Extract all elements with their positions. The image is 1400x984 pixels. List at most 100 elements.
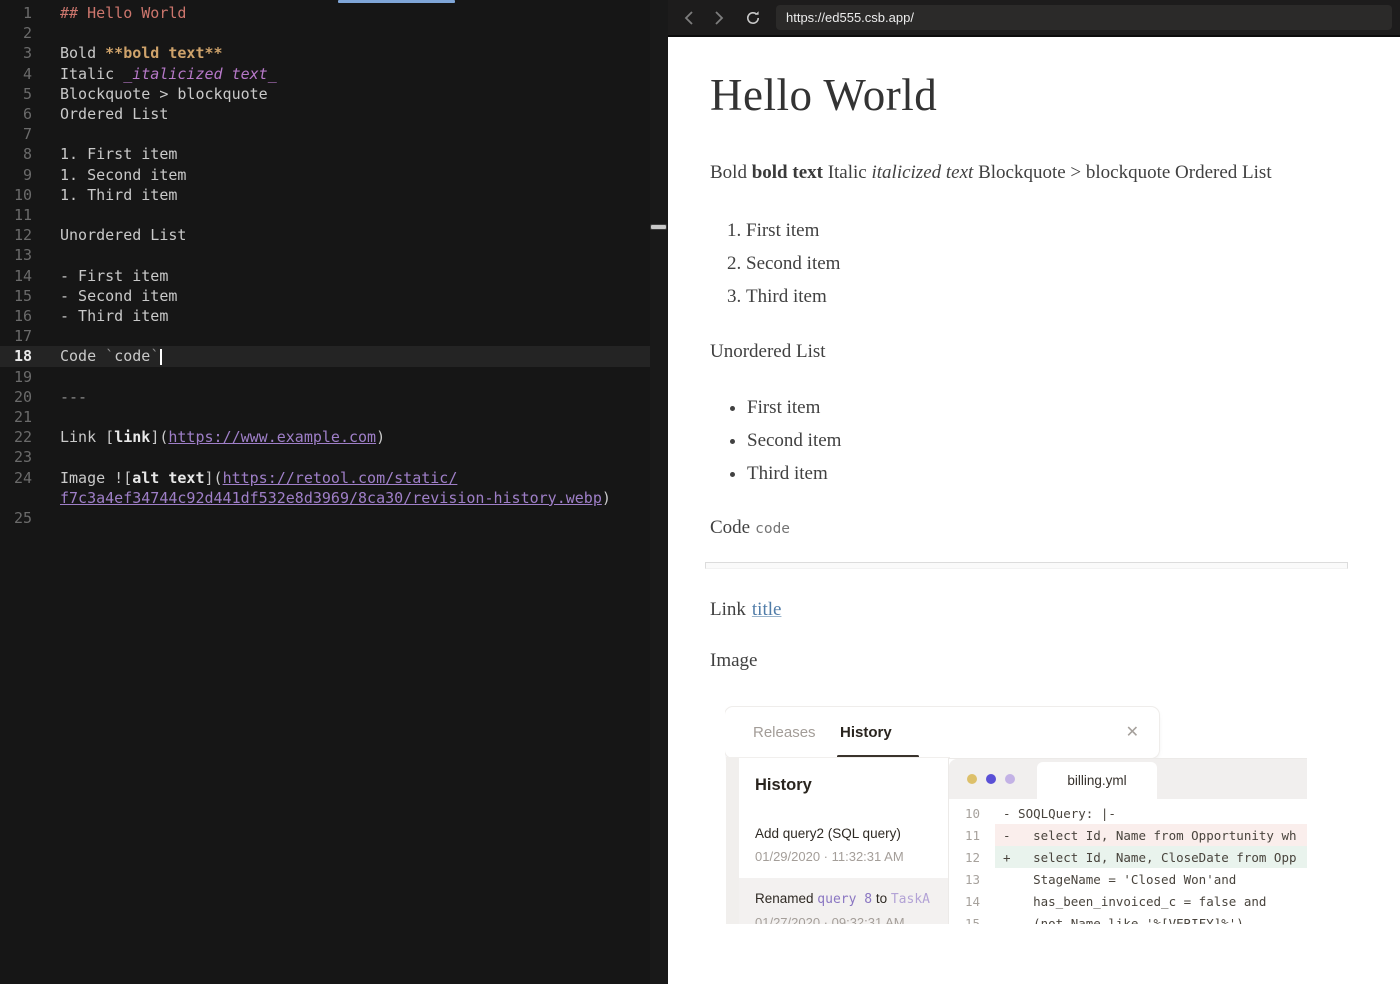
unordered-list: First item Second item Third item <box>710 394 1348 487</box>
code-paragraph: Code code <box>710 514 1348 543</box>
code-line[interactable]: 11 <box>0 205 650 225</box>
diff-line-text: StageName = 'Closed Won'and <box>1003 871 1237 887</box>
code-line[interactable]: 13 <box>0 245 650 265</box>
diff-line-text: has_been_invoiced_c = false and <box>1003 893 1267 909</box>
code-line[interactable]: 20 --- <box>0 387 650 407</box>
back-icon[interactable] <box>676 5 702 31</box>
list-item: Second item <box>747 427 1348 454</box>
image-tabs-card: Releases History ✕ <box>725 707 1159 758</box>
line-number: 1 <box>22 4 32 22</box>
line-number: 3 <box>22 44 32 63</box>
diff-line: 11 - select Id, Name from Opportunity wh <box>949 824 1307 846</box>
list-item: Third item <box>747 460 1348 487</box>
diff-line: 10 - SOQLQuery: |- <box>949 802 1307 824</box>
image-history-panel: History Add query2 (SQL query) 01/29/2020… <box>727 758 949 924</box>
markdown-code-editor[interactable]: 1 ## Hello World 2 3 Bold **bold text** 4 Ital… <box>0 0 668 984</box>
rendered-markdown-page: Hello World Bold bold text Italic italic… <box>668 39 1400 984</box>
code-line[interactable]: 24 Image ![alt text](https://retool.com/s… <box>0 468 650 508</box>
image-close-icon: ✕ <box>1125 724 1139 741</box>
horizontal-rule <box>705 562 1348 569</box>
list-item: Second item <box>746 250 1348 277</box>
line-number: 20 <box>13 387 32 406</box>
code-line[interactable]: 3 Bold **bold text** <box>0 43 650 63</box>
window-dot-indigo-icon <box>986 774 996 784</box>
code-line[interactable]: 7 <box>0 124 650 144</box>
image-history-item: Add query2 (SQL query) 01/29/2020 · 11:32… <box>755 826 904 864</box>
url-bar[interactable]: https://ed555.csb.app/ <box>776 5 1392 30</box>
image-diff-card: billing.yml 10 - SOQLQuery: |- 11 - select … <box>949 759 1307 924</box>
line-number: 17 <box>13 327 32 346</box>
revision-history-image: Releases History ✕ History Add query2 (S… <box>725 706 1307 924</box>
image-diff-rows: 10 - SOQLQuery: |- 11 - select Id, Name fro… <box>949 802 1307 924</box>
image-history-heading: History <box>755 776 812 794</box>
code-line[interactable]: 21 <box>0 407 650 427</box>
line-number: 18 <box>13 347 32 366</box>
pane-resize-handle-icon[interactable] <box>650 224 667 230</box>
diff-line: 15 (not Name like '%[VERIFY]%') <box>949 912 1307 925</box>
code-line[interactable]: 1 ## Hello World <box>0 3 650 23</box>
diff-line-number: 13 <box>964 871 980 887</box>
ordered-list: First item Second item Third item <box>710 217 1348 310</box>
code-line[interactable]: 6 Ordered List <box>0 104 650 124</box>
image-panel-left-strip <box>727 758 739 924</box>
text-cursor <box>160 349 163 366</box>
browser-navbar: https://ed555.csb.app/ <box>668 0 1400 37</box>
line-number: 5 <box>22 84 32 103</box>
window-dot-lavender-icon <box>1005 774 1015 784</box>
code-line[interactable]: 17 <box>0 326 650 346</box>
line-number: 10 <box>13 185 32 204</box>
title-link[interactable]: title <box>752 599 782 620</box>
list-item: First item <box>747 394 1348 421</box>
code-line[interactable]: 5 Blockquote > blockquote <box>0 84 650 104</box>
line-number: 14 <box>13 266 32 285</box>
image-file-tab: billing.yml <box>1037 762 1157 799</box>
line-number: 19 <box>13 367 32 386</box>
code-line[interactable]: 15- Second item <box>0 286 650 306</box>
image-diff-header: billing.yml <box>949 759 1307 799</box>
diff-line-number: 15 <box>964 915 980 925</box>
line-number: 22 <box>13 428 32 447</box>
image-label: Image <box>710 650 758 671</box>
code-line[interactable]: 10 1. Third item <box>0 185 650 205</box>
code-line[interactable]: 8 1. First item <box>0 144 650 164</box>
line-number: 12 <box>13 226 32 245</box>
diff-line-number: 12 <box>964 849 980 865</box>
diff-line: 13 StageName = 'Closed Won'and <box>949 868 1307 890</box>
url-text: https://ed555.csb.app/ <box>786 10 914 25</box>
line-number: 8 <box>22 145 32 164</box>
line-number: 21 <box>13 408 32 427</box>
code-line[interactable]: 23 <box>0 447 650 467</box>
code-line[interactable]: 4 Italic _italicized text_ <box>0 64 650 84</box>
code-line[interactable]: 19 <box>0 367 650 387</box>
diff-line-number: 11 <box>964 827 980 843</box>
line-number: 23 <box>13 448 32 467</box>
editor-code-area[interactable]: 1 ## Hello World 2 3 Bold **bold text** 4 Ital… <box>0 3 650 528</box>
code-line[interactable]: 16- Third item <box>0 306 650 326</box>
line-number: 24 <box>13 468 32 487</box>
link-label: Link <box>710 599 746 620</box>
line-number: 2 <box>22 24 32 43</box>
code-line[interactable]: 9 1. Second item <box>0 165 650 185</box>
code-line[interactable]: 2 <box>0 23 650 43</box>
diff-line-text: - select Id, Name from Opportunity wh <box>995 824 1307 846</box>
code-line[interactable]: 18 Code `code` <box>0 346 650 367</box>
code-line[interactable]: 12 Unordered List <box>0 225 650 245</box>
diff-line: 12 + select Id, Name, CloseDate from Opp <box>949 846 1307 868</box>
line-number: 13 <box>13 246 32 265</box>
diff-line-text: + select Id, Name, CloseDate from Opp <box>995 846 1307 868</box>
list-item: Third item <box>746 283 1348 310</box>
line-number: 16 <box>13 307 32 326</box>
line-number: 6 <box>22 105 32 124</box>
diff-line-number: 14 <box>964 893 980 909</box>
line-number: 9 <box>22 165 32 184</box>
refresh-icon[interactable] <box>740 5 766 31</box>
code-line[interactable]: 14- First item <box>0 266 650 286</box>
code-line[interactable]: 25 <box>0 508 650 528</box>
code-line[interactable]: 22 Link [link](https://www.example.com) <box>0 427 650 447</box>
line-number: 25 <box>13 509 32 528</box>
pane-divider[interactable] <box>650 0 668 984</box>
list-item: First item <box>746 217 1348 244</box>
forward-icon[interactable] <box>706 5 732 31</box>
diff-line-text: (not Name like '%[VERIFY]%') <box>1003 915 1244 925</box>
code-label: Code <box>710 517 751 538</box>
